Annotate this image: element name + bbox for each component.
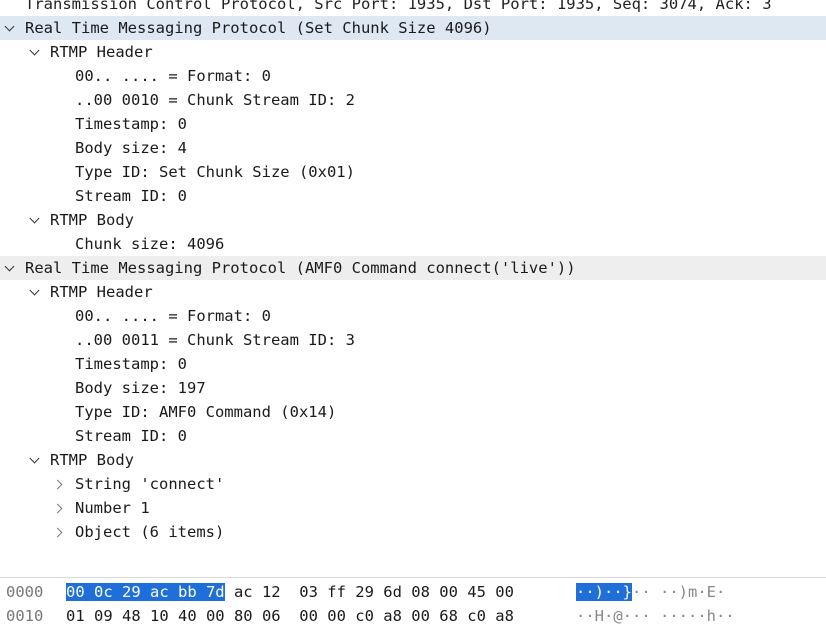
packet-details-tree: Transmission Control Protocol, Src Port:…	[0, 0, 826, 548]
tree-node-row[interactable]: RTMP Body	[0, 448, 826, 472]
tree-field-row[interactable]: Body size: 197	[0, 376, 826, 400]
hex-offset: 0000	[6, 583, 44, 601]
tree-item-label: Chunk size: 4096	[75, 235, 225, 253]
tree-item-label: Transmission Control Protocol, Src Port:…	[25, 0, 772, 13]
tree-field-row[interactable]: Body size: 4	[0, 136, 826, 160]
tree-field-row[interactable]: Type ID: Set Chunk Size (0x01)	[0, 160, 826, 184]
tree-item-label: 00.. .... = Format: 0	[75, 307, 271, 325]
chevron-down-icon[interactable]	[3, 16, 17, 40]
tree-node-row[interactable]: Object (6 items)	[0, 520, 826, 544]
tree-item-label: RTMP Header	[50, 43, 153, 61]
tree-field-row[interactable]: Chunk size: 4096	[0, 232, 826, 256]
tree-node-row[interactable]: RTMP Header	[0, 280, 826, 304]
tree-node-row[interactable]: RTMP Header	[0, 40, 826, 64]
packet-bytes-pane: 0000 00 0c 29 ac bb 7d ac 12 03 ff 29 6d…	[0, 577, 826, 631]
hex-ascii-rest[interactable]: ·· ··)m·E·	[632, 583, 725, 601]
hex-ascii-rest[interactable]: ··H·@··· ·····h··	[576, 607, 735, 625]
tree-item-label: Real Time Messaging Protocol (AMF0 Comma…	[25, 259, 576, 277]
tree-item-label: RTMP Header	[50, 283, 153, 301]
tree-item-label: Number 1	[75, 499, 150, 517]
chevron-right-icon[interactable]	[53, 496, 67, 520]
chevron-down-icon[interactable]	[28, 448, 42, 472]
tree-item-label: Stream ID: 0	[75, 427, 187, 445]
tree-node-row[interactable]: Real Time Messaging Protocol (Set Chunk …	[0, 16, 826, 40]
tree-field-row[interactable]: Stream ID: 0	[0, 424, 826, 448]
chevron-down-icon[interactable]	[28, 280, 42, 304]
hex-ascii[interactable]: ··H·@··· ·····h··	[576, 604, 735, 628]
hex-row[interactable]: 0010 01 09 48 10 40 00 80 06 00 00 c0 a8…	[0, 604, 826, 628]
tree-item-label: RTMP Body	[50, 211, 134, 229]
hex-bytes-rest[interactable]: ac 12 03 ff 29 6d 08 00 45 00	[225, 583, 514, 601]
tree-item-label: ..00 0011 = Chunk Stream ID: 3	[75, 331, 355, 349]
tree-item-label: Type ID: AMF0 Command (0x14)	[75, 403, 337, 421]
tree-item-label: 00.. .... = Format: 0	[75, 67, 271, 85]
tree-field-row[interactable]: Type ID: AMF0 Command (0x14)	[0, 400, 826, 424]
tree-field-row[interactable]: Transmission Control Protocol, Src Port:…	[0, 0, 826, 16]
tree-item-label: RTMP Body	[50, 451, 134, 469]
tree-node-row[interactable]: Number 1	[0, 496, 826, 520]
chevron-right-icon[interactable]	[53, 520, 67, 544]
tree-field-row[interactable]: Timestamp: 0	[0, 112, 826, 136]
hex-offset: 0010	[6, 607, 44, 625]
tree-item-label: ..00 0010 = Chunk Stream ID: 2	[75, 91, 355, 109]
tree-field-row[interactable]: Stream ID: 0	[0, 184, 826, 208]
chevron-down-icon[interactable]	[28, 40, 42, 64]
tree-item-label: Type ID: Set Chunk Size (0x01)	[75, 163, 355, 181]
hex-bytes[interactable]: 00 0c 29 ac bb 7d ac 12 03 ff 29 6d 08 0…	[66, 580, 514, 604]
tree-item-label: Timestamp: 0	[75, 355, 187, 373]
tree-field-row[interactable]: Timestamp: 0	[0, 352, 826, 376]
hex-ascii[interactable]: ··)··}·· ··)m·E·	[576, 580, 725, 604]
tree-item-label: Stream ID: 0	[75, 187, 187, 205]
tree-item-label: Body size: 197	[75, 379, 206, 397]
tree-item-label: Real Time Messaging Protocol (Set Chunk …	[25, 19, 492, 37]
tree-node-row[interactable]: String 'connect'	[0, 472, 826, 496]
chevron-down-icon[interactable]	[3, 256, 17, 280]
tree-field-row[interactable]: ..00 0010 = Chunk Stream ID: 2	[0, 88, 826, 112]
hex-bytes-rest[interactable]: 01 09 48 10 40 00 80 06 00 00 c0 a8 00 6…	[66, 607, 514, 625]
tree-item-label: Body size: 4	[75, 139, 187, 157]
hex-bytes[interactable]: 01 09 48 10 40 00 80 06 00 00 c0 a8 00 6…	[66, 604, 514, 628]
tree-field-row[interactable]: 00.. .... = Format: 0	[0, 64, 826, 88]
tree-field-row[interactable]: ..00 0011 = Chunk Stream ID: 3	[0, 328, 826, 352]
hex-ascii-highlighted[interactable]: ··)··}	[576, 583, 632, 601]
hex-bytes-highlighted[interactable]: 00 0c 29 ac bb 7d	[66, 583, 225, 601]
tree-node-row[interactable]: RTMP Body	[0, 208, 826, 232]
chevron-down-icon[interactable]	[28, 208, 42, 232]
hex-row[interactable]: 0000 00 0c 29 ac bb 7d ac 12 03 ff 29 6d…	[0, 580, 826, 604]
tree-field-row[interactable]: 00.. .... = Format: 0	[0, 304, 826, 328]
tree-item-label: Object (6 items)	[75, 523, 225, 541]
chevron-right-icon[interactable]	[53, 472, 67, 496]
tree-node-row[interactable]: Real Time Messaging Protocol (AMF0 Comma…	[0, 256, 826, 280]
tree-item-label: Timestamp: 0	[75, 115, 187, 133]
tree-item-label: String 'connect'	[75, 475, 225, 493]
